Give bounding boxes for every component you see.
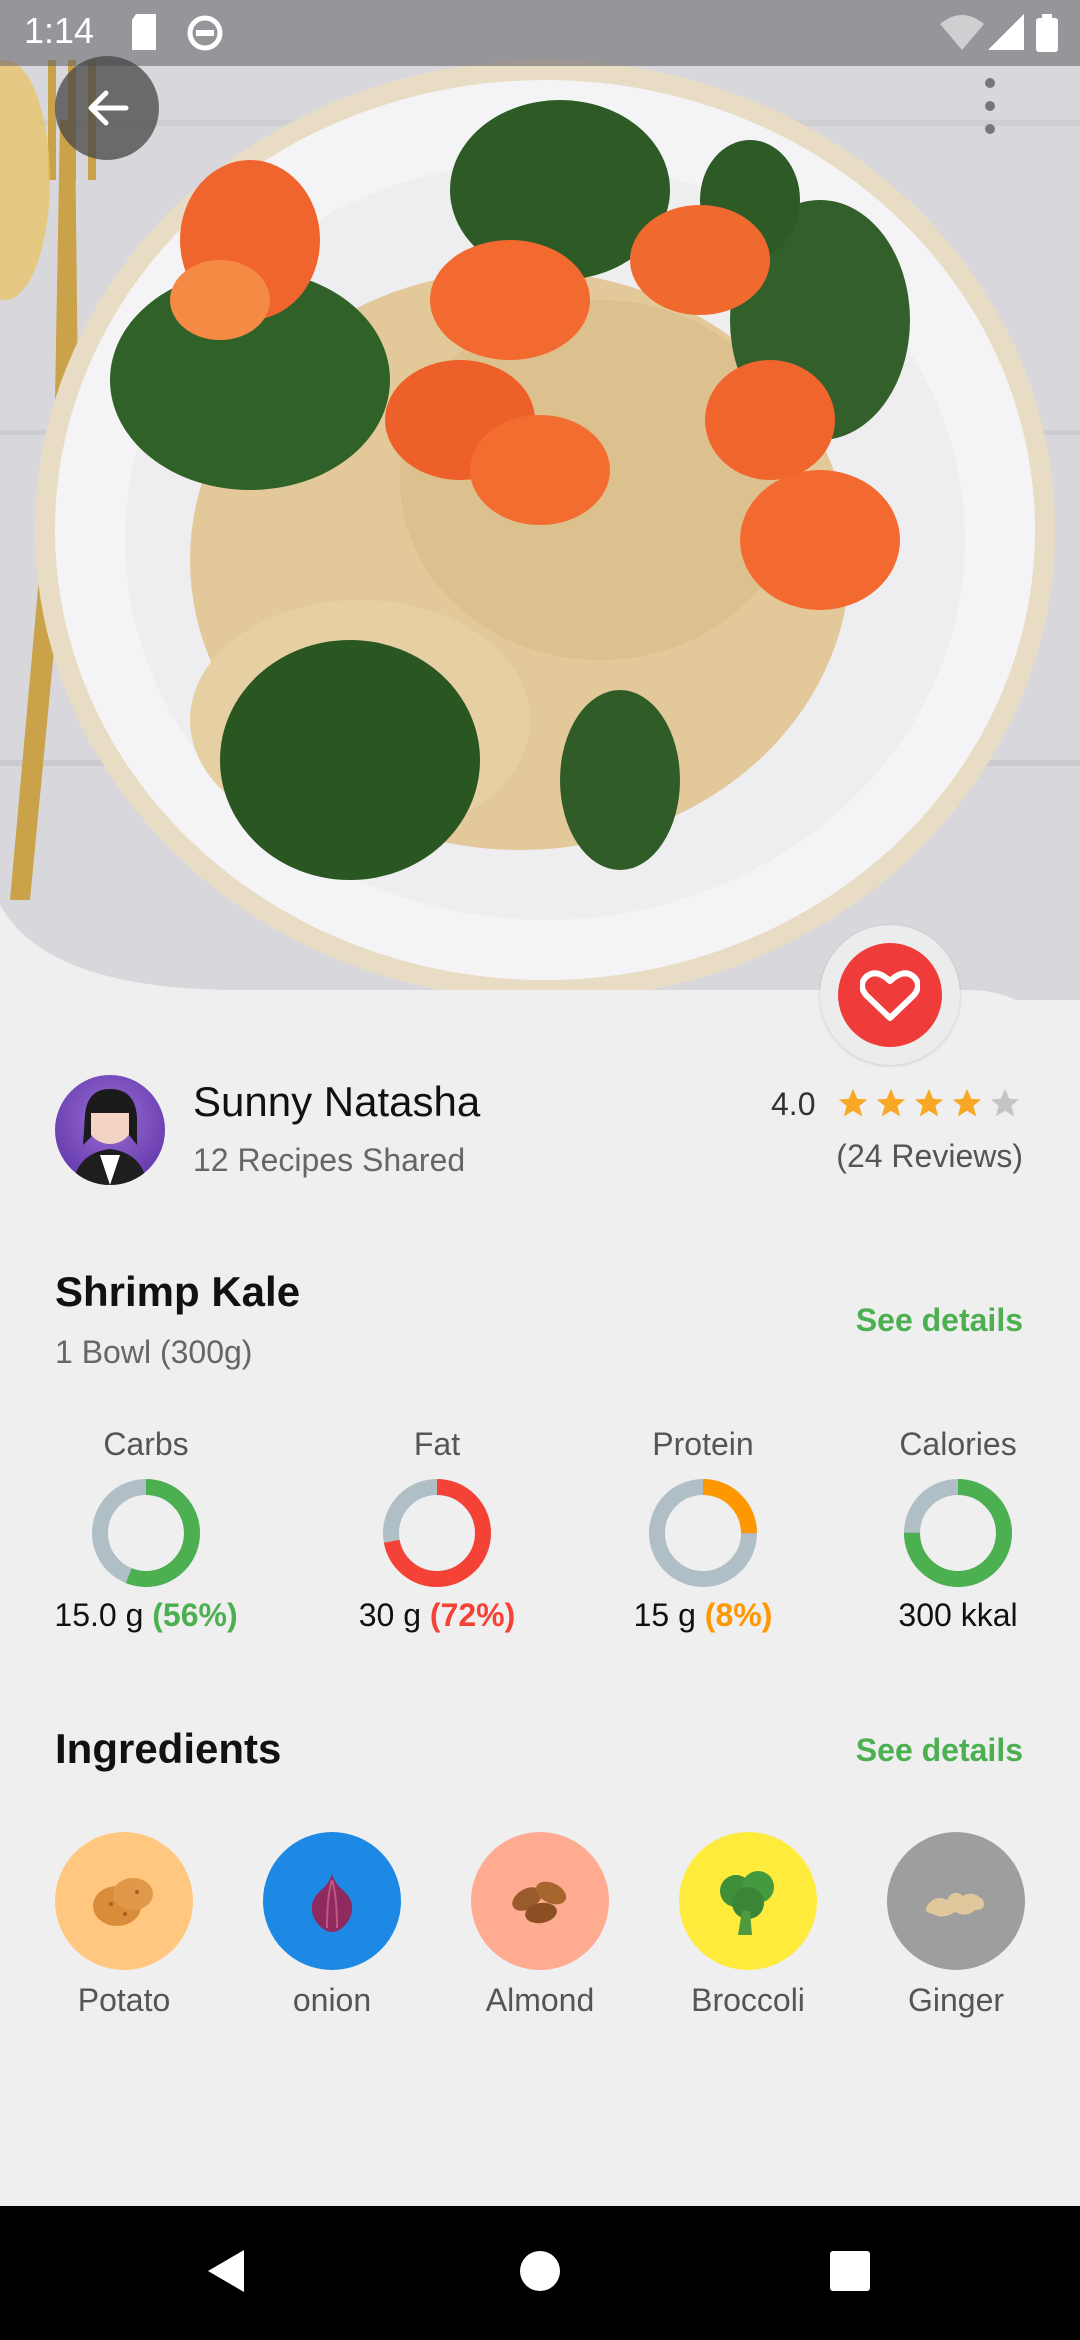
heart-icon [860,970,920,1021]
fat-progress-ring [383,1479,491,1587]
nutrition-label: Protein [652,1426,754,1462]
ingredient-name: onion [292,1982,372,2018]
ingredient-potato[interactable]: Potato [44,1832,204,2019]
signal-icon [988,14,1024,55]
reviews-count[interactable]: (24 Reviews) [836,1138,1023,1175]
dish-title: Shrimp Kale [55,1268,301,1315]
recipe-hero-image [0,0,1080,1000]
nutrition-amount: 300 kkal [898,1597,1018,1633]
ingredient-name: Ginger [907,1982,1005,2018]
favorite-button[interactable] [820,925,960,1065]
rating-stars [836,1086,1022,1120]
status-bar: 1:14 [0,0,1080,66]
onion-icon [311,1874,353,1932]
nutrition-label: Fat [413,1426,461,1462]
status-time: 1:14 [24,10,95,51]
arrow-left-icon [88,90,129,126]
author-avatar[interactable] [55,1075,165,1185]
carbs-progress-ring [92,1479,200,1587]
nutrition-fat: Fat 30 g (72%) [327,1426,547,1634]
square-recents-icon [830,2251,870,2291]
back-button[interactable] [55,56,159,160]
nav-home-button[interactable] [518,2246,562,2301]
ingredient-onion[interactable]: onion [252,1832,412,2019]
nutrition-amount: 15 g [633,1597,696,1633]
food-plate-illustration [0,0,1080,1000]
nutrition-label: Carbs [103,1426,189,1462]
star-filled-icon [838,1088,868,1117]
nutrition-protein: Protein 15 g (8%) [593,1426,813,1634]
more-vert-icon [985,78,995,88]
nutrition-carbs: Carbs 15.0 g (56%) [36,1426,256,1634]
almond-icon [512,1881,567,1924]
ingredients-title: Ingredients [55,1725,282,1772]
nutrition-amount: 30 g [358,1597,422,1633]
author-recipes-count: 12 Recipes Shared [193,1142,466,1178]
nutrition-label: Calories [899,1426,1017,1462]
ingredient-almond[interactable]: Almond [460,1832,620,2019]
star-empty-icon [990,1088,1020,1117]
ingredient-broccoli[interactable]: Broccoli [668,1832,828,2019]
star-filled-icon [914,1088,944,1117]
author-name[interactable]: Sunny Natasha [193,1078,480,1126]
nutrition-percent: (8%) [704,1597,773,1633]
ingredient-ginger[interactable]: Ginger [876,1832,1036,2019]
circle-home-icon [520,2251,560,2291]
star-filled-icon [952,1088,982,1117]
wifi-icon [940,14,984,55]
nav-recents-button[interactable] [828,2246,872,2301]
triangle-back-icon [208,2250,244,2292]
star-filled-icon [876,1088,906,1117]
sd-card-icon [128,14,160,55]
more-options-button[interactable] [970,78,1010,134]
system-navigation-bar [0,2206,1080,2340]
sync-icon [186,14,224,57]
ingredient-name: Almond [485,1982,595,2018]
nutrition-percent: (56%) [152,1597,238,1633]
nutrition-amount: 15.0 g [54,1597,144,1633]
nutrition-see-details-link[interactable]: See details [856,1302,1023,1339]
potato-icon [93,1878,153,1926]
rating-value: 4.0 [771,1086,816,1122]
nav-back-button[interactable] [204,2246,248,2301]
ginger-icon [925,1892,984,1917]
battery-icon [1036,14,1058,57]
nutrition-calories: Calories 300 kkal [848,1426,1068,1634]
dish-serving: 1 Bowl (300g) [55,1334,253,1370]
ingredient-name: Broccoli [691,1982,805,2018]
nutrition-percent: (72%) [429,1597,516,1633]
broccoli-icon [720,1871,774,1935]
ingredients-see-details-link[interactable]: See details [856,1732,1023,1769]
calories-progress-ring [904,1479,1012,1587]
ingredient-name: Potato [77,1982,171,2018]
protein-progress-ring [649,1479,757,1587]
